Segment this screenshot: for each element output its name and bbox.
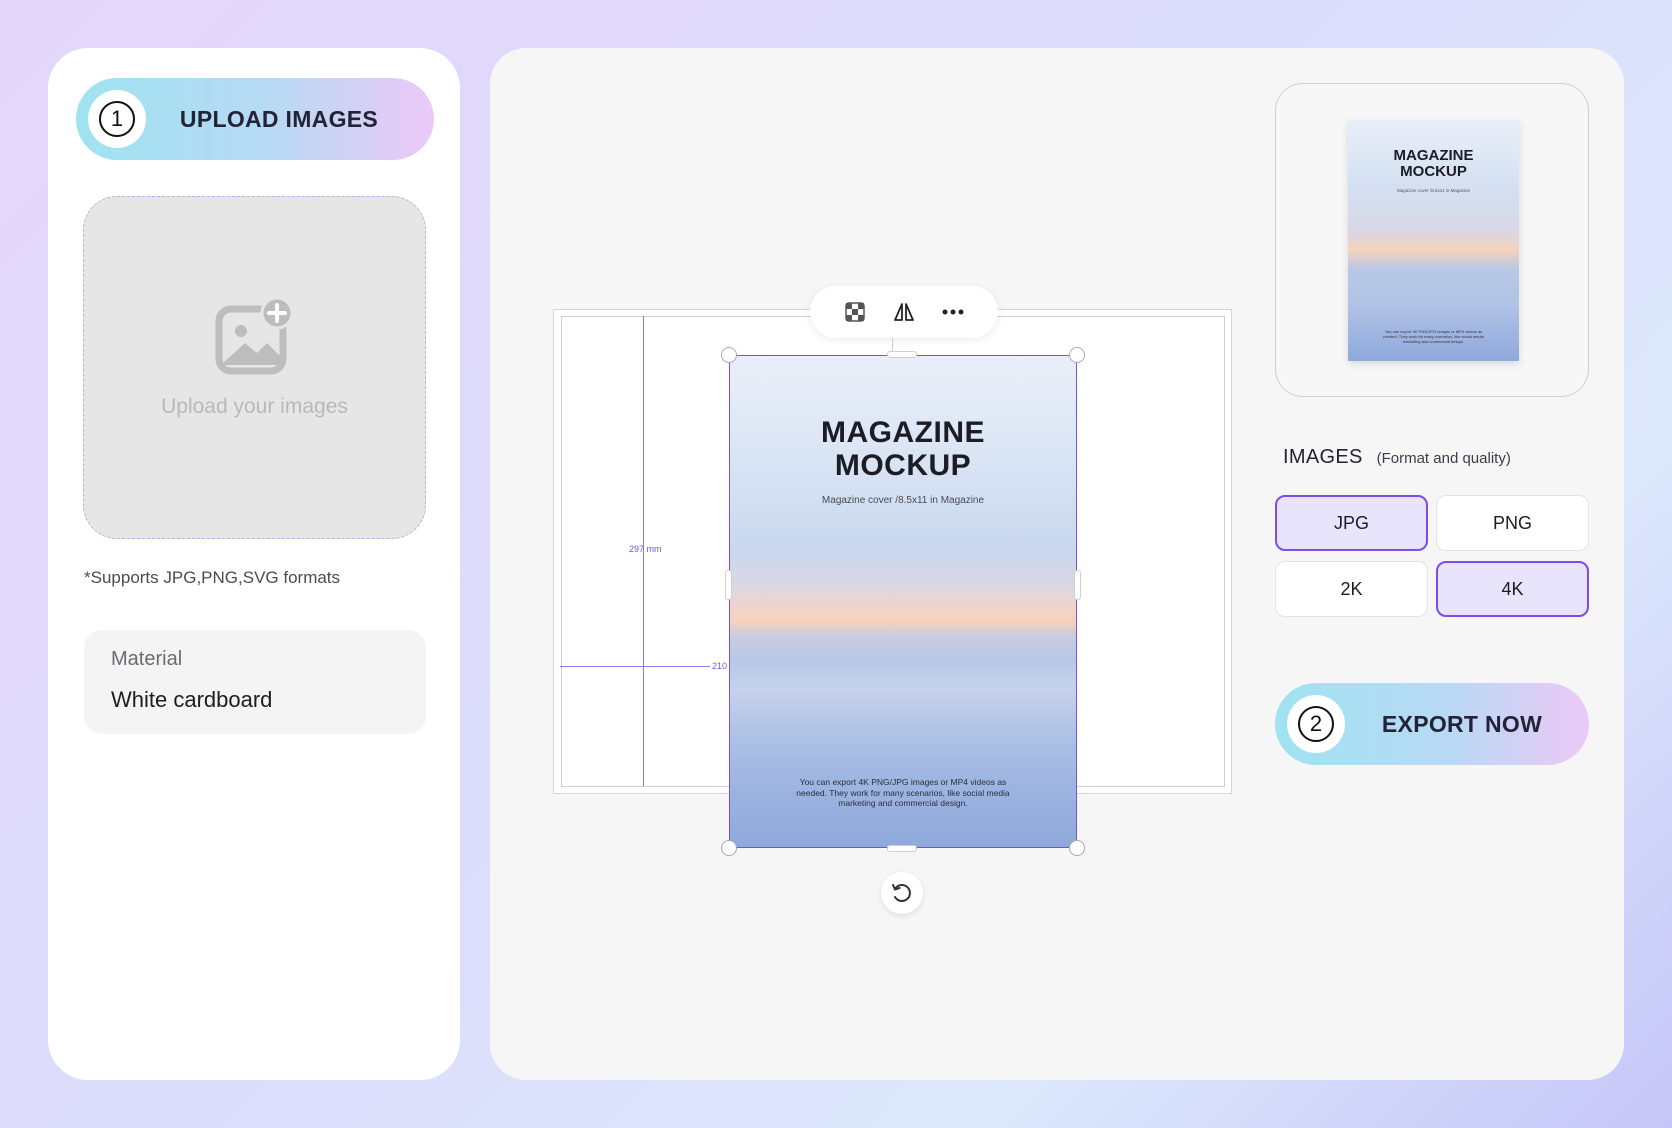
more-icon [942,309,964,315]
quality-option-4k[interactable]: 4K [1436,561,1589,617]
preview-title: MAGAZINE MOCKUP [1348,148,1519,180]
supported-formats-note: *Supports JPG,PNG,SVG formats [84,568,341,587]
editor-panel: 297 mm 210 MAGAZINE MOCKUP Magazine cove… [490,48,1624,1080]
transparency-icon [844,302,865,322]
cover-footer-text: You can export 4K PNG/JPG images or MP4 … [796,777,1010,808]
step-number: 1 [99,101,135,137]
resize-handle-bottom-right[interactable] [1069,840,1085,856]
image-add-icon [215,296,293,374]
preview-card: MAGAZINE MOCKUP Magazine cover /8.5x11 i… [1275,83,1589,397]
quality-option-2k[interactable]: 2K [1275,561,1428,617]
format-option-png[interactable]: PNG [1436,495,1589,551]
preview-subtitle: Magazine cover /8.5x11 in Magazine [1397,188,1470,193]
flip-button[interactable] [890,298,918,326]
export-now-button[interactable]: 2 EXPORT NOW [1275,683,1589,765]
preview-title-line2: MOCKUP [1400,163,1467,180]
upload-images-step[interactable]: 1 UPLOAD IMAGES [76,78,434,160]
cover-title-line2: MOCKUP [834,449,972,482]
images-title: IMAGES [1283,446,1363,468]
upload-images-label: UPLOAD IMAGES [179,105,379,132]
material-label: Material [111,648,183,670]
flip-icon [894,303,914,321]
upload-dropzone[interactable]: Upload your images [83,196,426,539]
cover-subtitle: Magazine cover /8.5x11 in Magazine [821,495,985,506]
height-dimension-label: 297 mm [629,544,662,554]
cover-title-line1: MAGAZINE [821,416,985,449]
material-selector[interactable]: Material White cardboard [84,630,426,734]
resize-handle-bottom[interactable] [887,845,917,852]
resize-handle-top-left[interactable] [721,347,737,363]
transparency-button[interactable] [841,298,869,326]
images-subtitle: (Format and quality) [1376,450,1511,467]
rotate-icon [892,884,911,902]
resize-handle-top-right[interactable] [1069,347,1085,363]
left-panel: 1 UPLOAD IMAGES Upload your images *Supp… [48,48,460,1080]
images-section-heading: IMAGES (Format and quality) [1283,446,1511,469]
preview-magazine-cover: MAGAZINE MOCKUP Magazine cover /8.5x11 i… [1348,120,1519,361]
resize-handle-right[interactable] [1074,570,1081,600]
resize-handle-left[interactable] [725,570,732,600]
preview-title-line1: MAGAZINE [1393,147,1474,164]
resize-handle-bottom-left[interactable] [721,840,737,856]
cover-title: MAGAZINE MOCKUP [730,416,1076,482]
magazine-cover[interactable]: MAGAZINE MOCKUP Magazine cover /8.5x11 i… [729,355,1077,848]
toolbar-connector [892,338,893,352]
format-option-jpg[interactable]: JPG [1275,495,1428,551]
preview-footer-text: You can export 4K PNG/JPG images or MP4 … [1383,329,1484,344]
resize-handle-top[interactable] [887,351,917,358]
floating-toolbar [810,286,998,338]
dropzone-text: Upload your images [161,394,348,418]
export-now-label: EXPORT NOW [1381,710,1543,737]
rotate-button[interactable] [881,872,923,914]
step-number-badge: 2 [1287,695,1345,753]
step-number: 2 [1298,706,1334,742]
width-dimension-line [560,666,710,667]
more-button[interactable] [939,298,967,326]
width-dimension-label: 210 [712,661,728,671]
step-number-badge: 1 [88,90,146,148]
material-value: White cardboard [111,687,273,712]
